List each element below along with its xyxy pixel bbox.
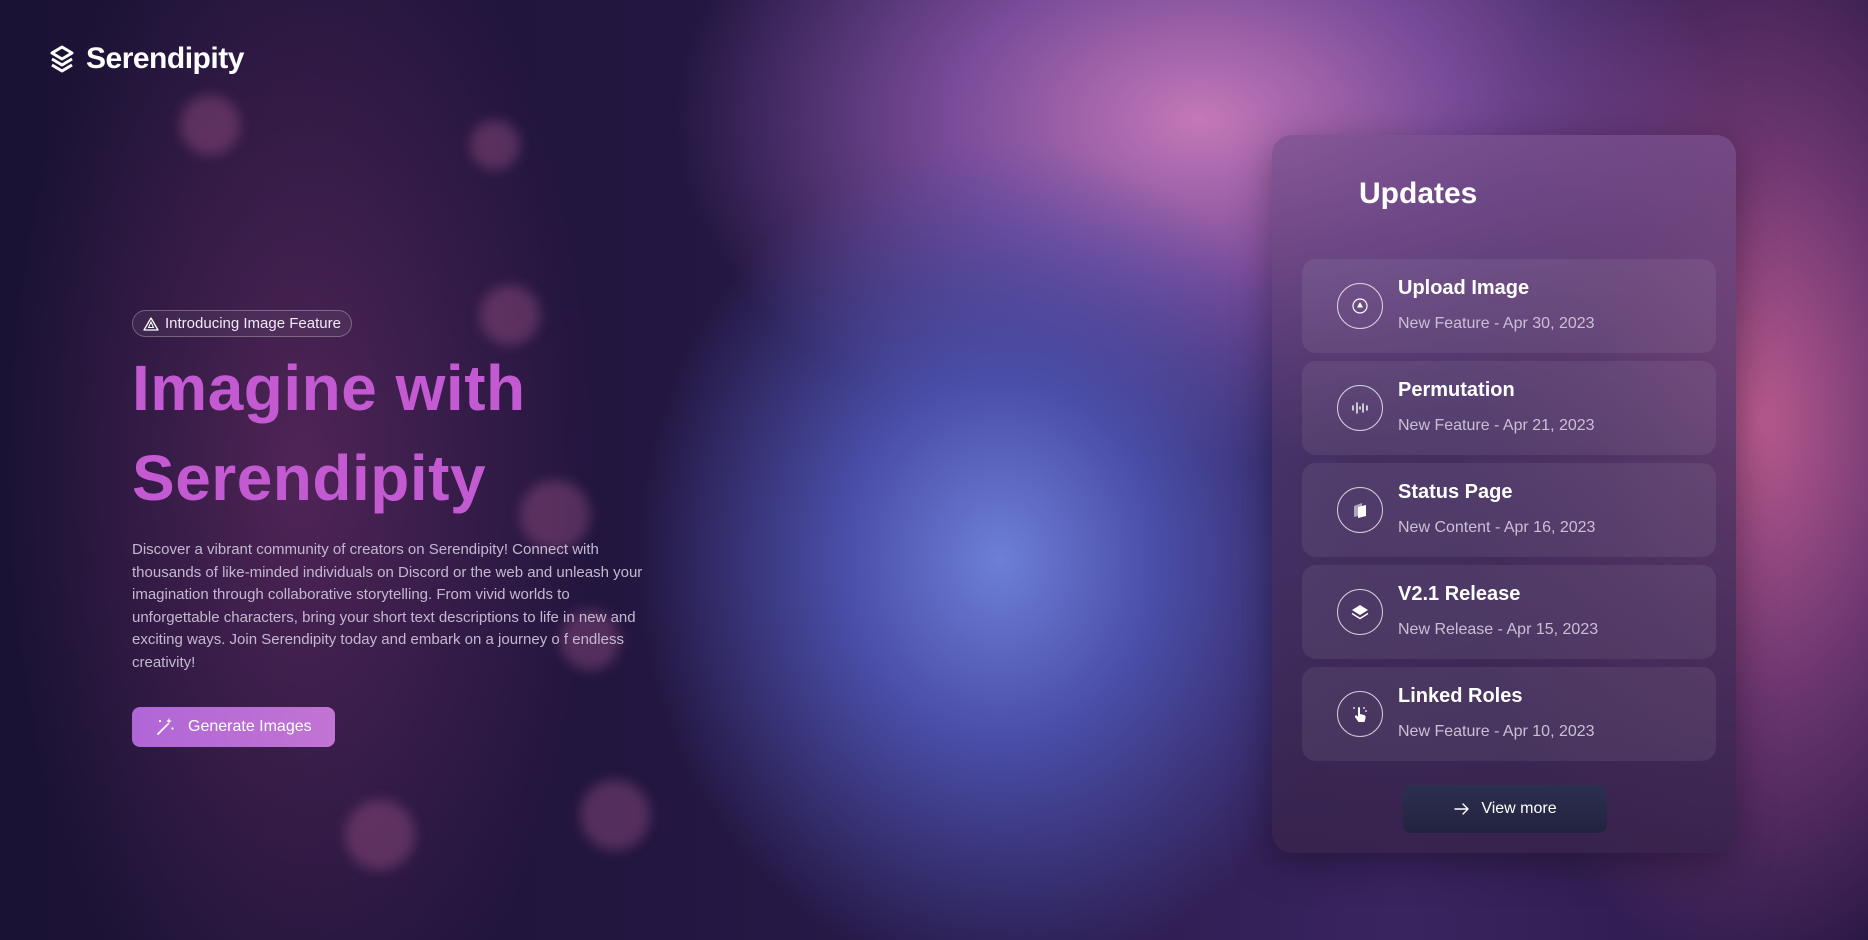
updates-title: Updates — [1359, 177, 1478, 210]
tap-icon — [1337, 691, 1383, 737]
warning-triangle-icon — [143, 316, 159, 331]
update-subtitle: New Feature - Apr 30, 2023 — [1398, 315, 1595, 332]
brand-logo[interactable]: Serendipity — [46, 42, 244, 76]
view-more-button[interactable]: View more — [1403, 785, 1607, 833]
hero-description: Discover a vibrant community of creators… — [132, 541, 643, 671]
generate-images-button[interactable]: Generate Images — [132, 706, 335, 747]
headline-line-2: Serendipity — [132, 442, 487, 514]
arrow-right-icon — [1454, 803, 1470, 815]
hero-headline: Imagine with Serendipity — [132, 343, 652, 523]
waveform-icon — [1337, 385, 1383, 431]
update-item-status-page[interactable]: Status Page New Content - Apr 16, 2023 — [1302, 463, 1716, 557]
update-title: Status Page — [1398, 481, 1513, 503]
update-subtitle: New Content - Apr 16, 2023 — [1398, 519, 1596, 536]
pages-icon — [1337, 487, 1383, 533]
update-subtitle: New Release - Apr 15, 2023 — [1398, 621, 1599, 638]
updates-panel: Updates Upload Image New Feature - Apr 3… — [1272, 135, 1736, 853]
cta-label: Generate Images — [188, 717, 312, 735]
brand-name: Serendipity — [86, 42, 244, 75]
bokeh-light — [580, 780, 650, 850]
bokeh-light — [180, 95, 240, 155]
bokeh-light — [470, 120, 520, 170]
update-item-linked-roles[interactable]: Linked Roles New Feature - Apr 10, 2023 — [1302, 667, 1716, 761]
update-title: V2.1 Release — [1398, 583, 1521, 605]
hero-section: Introducing Image Feature Imagine with S… — [132, 310, 652, 747]
headline-line-1: Imagine with — [132, 352, 526, 424]
update-title: Linked Roles — [1398, 685, 1523, 707]
update-item-upload-image[interactable]: Upload Image New Feature - Apr 30, 2023 — [1302, 259, 1716, 353]
update-subtitle: New Feature - Apr 10, 2023 — [1398, 723, 1595, 740]
update-item-v2-1-release[interactable]: V2.1 Release New Release - Apr 15, 2023 — [1302, 565, 1716, 659]
upload-icon — [1337, 283, 1383, 329]
pill-label: Introducing Image Feature — [165, 315, 341, 332]
update-subtitle: New Feature - Apr 21, 2023 — [1398, 417, 1595, 434]
feature-announcement-pill[interactable]: Introducing Image Feature — [132, 310, 352, 337]
view-more-label: View more — [1481, 800, 1557, 817]
magic-wand-icon — [157, 717, 174, 735]
update-item-permutation[interactable]: Permutation New Feature - Apr 21, 2023 — [1302, 361, 1716, 455]
update-title: Upload Image — [1398, 277, 1530, 299]
bokeh-light — [345, 800, 415, 870]
update-title: Permutation — [1398, 379, 1515, 401]
layers-icon — [1337, 589, 1383, 635]
serendipity-logo-icon — [50, 45, 74, 73]
